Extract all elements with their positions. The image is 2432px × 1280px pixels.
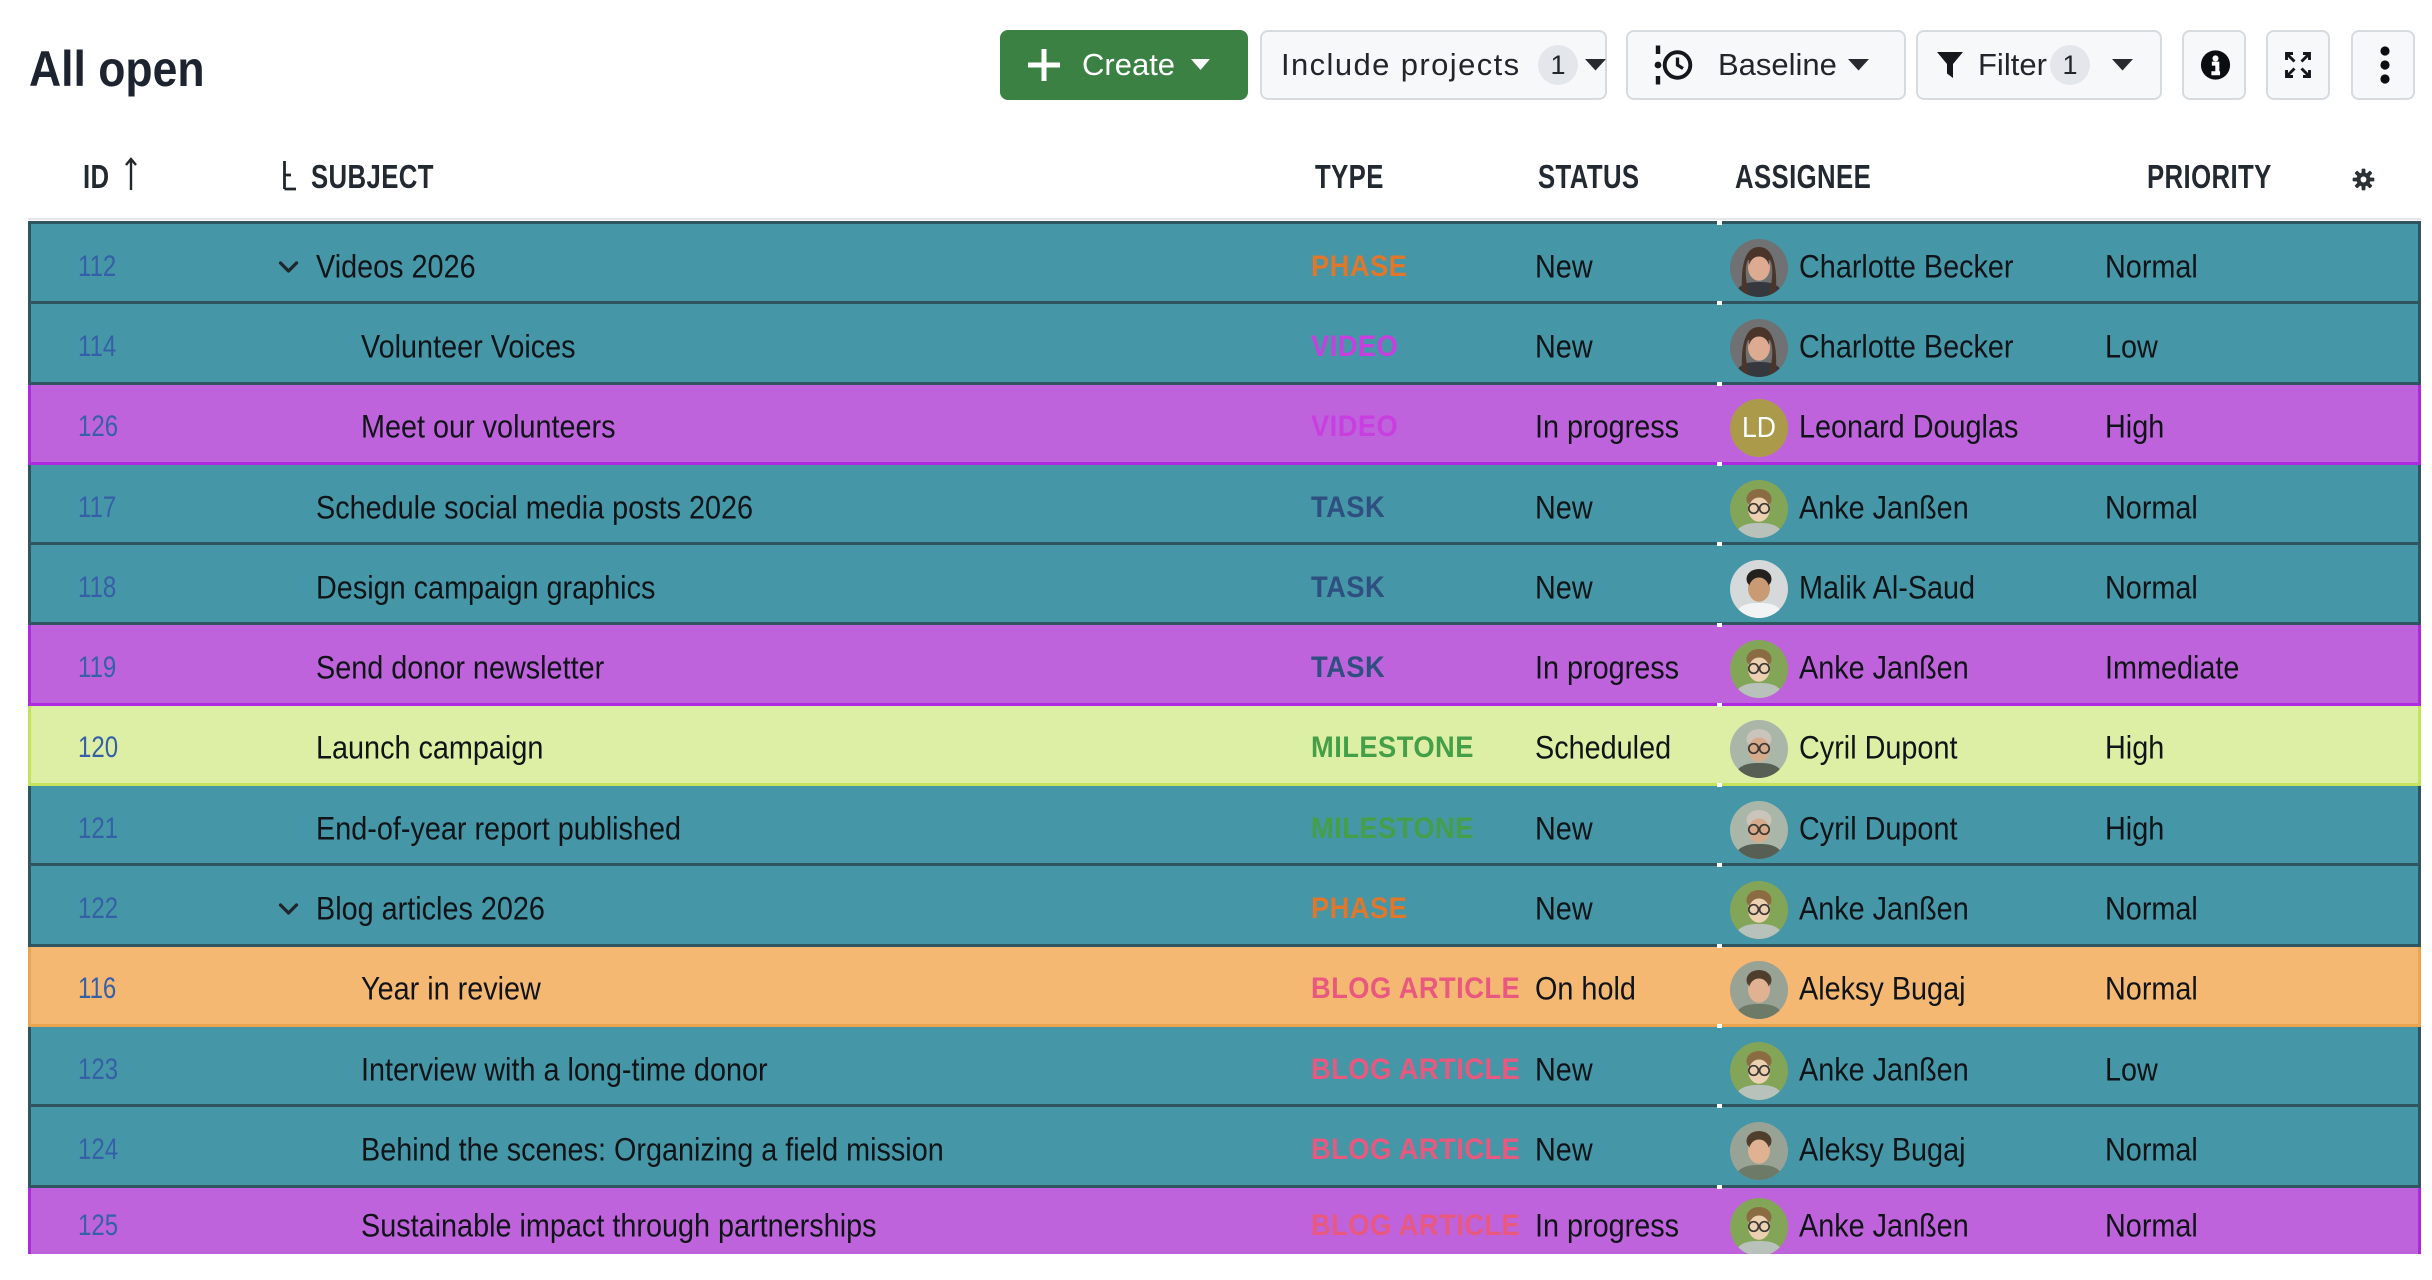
svg-text:LD: LD [1742,412,1776,444]
